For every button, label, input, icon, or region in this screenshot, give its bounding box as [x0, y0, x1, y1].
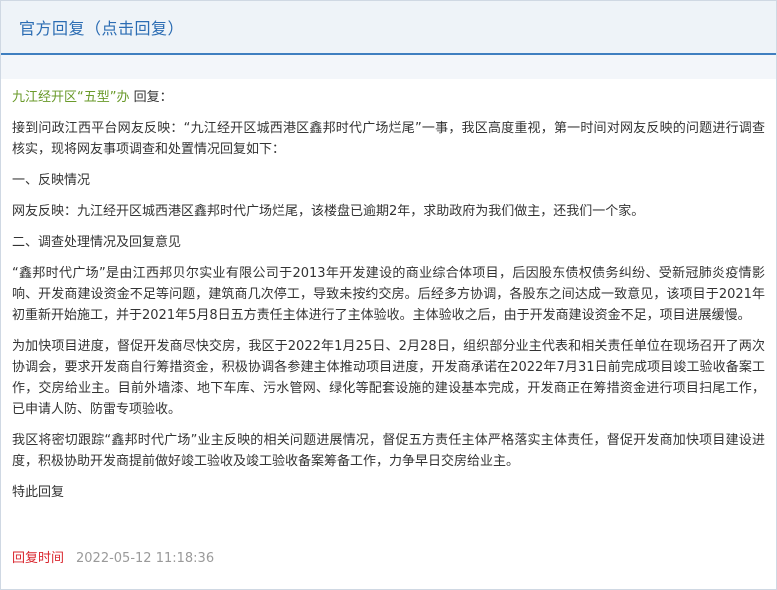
reply-paragraph-followup: 我区将密切跟踪“鑫邦时代广场”业主反映的相关问题进展情况，督促五方责任主体严格落…: [12, 433, 765, 469]
panel-header: 官方回复（点击回复）: [1, 1, 776, 55]
reply-paragraph-measures: 为加快项目进度，督促开发商尽快交房，我区于2022年1月25日、2月28日，组织…: [12, 339, 765, 417]
header-strip: [1, 55, 776, 79]
reply-time-label: 回复时间: [12, 551, 65, 566]
official-reply-title: 官方回复: [19, 19, 86, 38]
section-heading-situation: 一、反映情况: [12, 173, 91, 188]
reply-org-suffix: 回复：: [129, 90, 173, 105]
reply-paragraph-complaint: 网友反映：九江经开区城西港区鑫邦时代广场烂尾，该楼盘已逾期2年，求助政府为我们做…: [12, 204, 645, 219]
reply-paragraph-intro: 接到问政江西平台网友反映：“九江经开区城西港区鑫邦时代广场烂尾”一事，我区高度重…: [12, 121, 765, 157]
reply-closing: 特此回复: [12, 485, 65, 500]
reply-org: 九江经开区“五型”办: [12, 90, 130, 105]
panel-title: 官方回复（点击回复）: [19, 15, 184, 39]
section-heading-investigation: 二、调查处理情况及回复意见: [12, 235, 182, 250]
click-to-reply-link[interactable]: （点击回复）: [85, 19, 184, 38]
reply-time: 回复时间 2022-05-12 11:18:36: [12, 548, 214, 569]
reply-from: 九江经开区“五型”办 回复：: [12, 87, 765, 108]
official-reply-panel: 官方回复（点击回复） 九江经开区“五型”办 回复： 接到问政江西平台网友反映：“…: [0, 0, 777, 590]
reply-content: 九江经开区“五型”办 回复： 接到问政江西平台网友反映：“九江经开区城西港区鑫邦…: [1, 79, 776, 503]
reply-paragraph-background: “鑫邦时代广场”是由江西邦贝尔实业有限公司于2013年开发建设的商业综合体项目，…: [12, 266, 765, 323]
reply-time-value: 2022-05-12 11:18:36: [76, 551, 215, 566]
